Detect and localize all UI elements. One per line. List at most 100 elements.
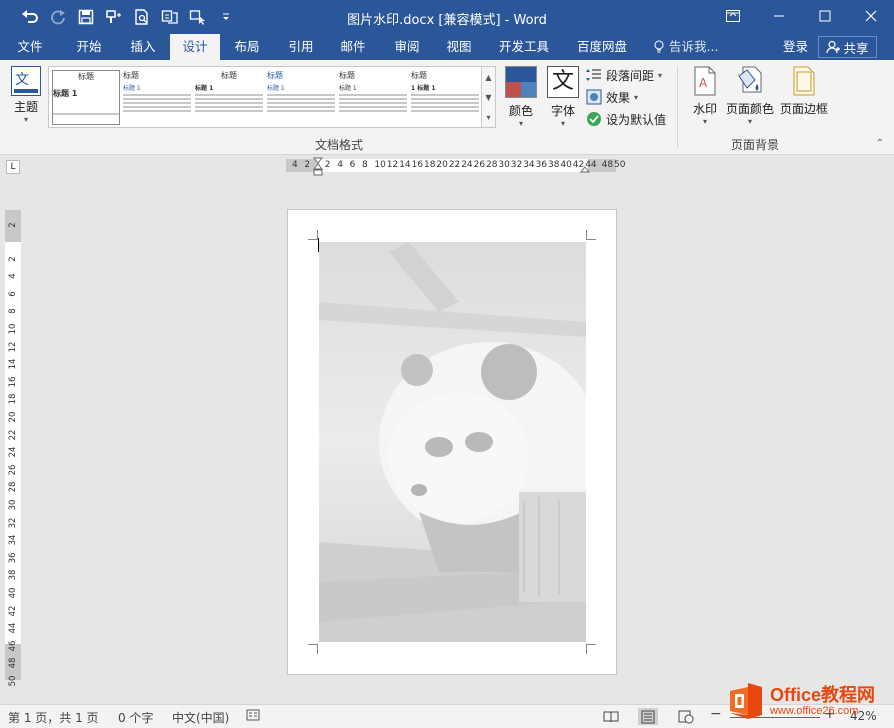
document-page[interactable]	[287, 209, 617, 675]
ruler-number: 8	[8, 308, 18, 315]
tab-baidu-netdisk[interactable]: 百度网盘	[570, 34, 634, 60]
colors-button[interactable]: 颜色 ▾	[504, 66, 538, 128]
style-set-item[interactable]: 标题 标题 1	[267, 70, 335, 125]
style-set-item[interactable]: 标题 标题 1	[52, 70, 120, 125]
ruler-number: 32	[8, 517, 18, 529]
print-layout-icon[interactable]	[638, 708, 658, 725]
close-icon[interactable]	[848, 0, 894, 32]
ruler-number: 34	[8, 534, 18, 546]
page-background-group-label: 页面背景	[731, 138, 780, 152]
style-set-item[interactable]: 标题 1 标题 1	[411, 70, 479, 125]
ruler-number: 2	[324, 160, 331, 170]
collapse-ribbon-icon[interactable]: ⌃	[876, 138, 884, 149]
scroll-up-icon[interactable]: ▲	[482, 67, 495, 87]
tab-developer[interactable]: 开发工具	[492, 34, 556, 60]
ruler-number: 38	[548, 160, 560, 170]
fonts-button[interactable]: 文 字体 ▾	[545, 66, 581, 128]
text-cursor	[318, 238, 319, 252]
ruler-number: 40	[8, 587, 18, 599]
share-label: 共享	[843, 40, 869, 56]
tab-insert[interactable]: 插入	[118, 34, 168, 60]
ruler-number: 26	[8, 464, 18, 476]
tab-design[interactable]: 设计	[170, 34, 220, 60]
minimize-icon[interactable]	[756, 0, 802, 32]
share-button[interactable]: 共享	[818, 36, 877, 58]
style-set-item[interactable]: 标题 标题 1	[339, 70, 407, 125]
save-icon[interactable]	[74, 6, 98, 28]
tell-me-box[interactable]: 告诉我...	[654, 34, 718, 60]
tab-view[interactable]: 视图	[436, 34, 482, 60]
themes-dropdown-icon: ▾	[23, 115, 28, 124]
touch-mode-icon[interactable]	[158, 6, 182, 28]
ruler-number: 30	[498, 160, 510, 170]
tab-home[interactable]: 开始	[64, 34, 114, 60]
checkmark-icon	[587, 112, 601, 126]
word-count[interactable]: 0 个字	[118, 709, 153, 726]
ruler-number: 4	[292, 160, 298, 170]
print-preview-icon[interactable]	[130, 6, 154, 28]
set-as-default-button[interactable]: 设为默认值	[586, 109, 666, 129]
watermark-icon: A	[693, 66, 717, 96]
scroll-down-icon[interactable]: ▼	[482, 87, 495, 107]
language-status[interactable]: 中文(中国)	[172, 709, 229, 726]
ruler-number: 4	[8, 273, 18, 279]
ruler-number: 26	[473, 160, 486, 170]
style-set-gallery: 标题 标题 1 标题 标题 1 标题 标题 1 标题 标题 1 标题 标题 1 …	[48, 66, 496, 128]
page-color-button[interactable]: 页面颜色 ▾	[724, 66, 776, 126]
office-tutorial-logo: Office教程网 www.office26.com	[728, 678, 894, 724]
tab-layout[interactable]: 布局	[224, 34, 270, 60]
ruler-number: 22	[8, 429, 18, 441]
themes-button[interactable]: 文 主题 ▾	[8, 66, 44, 124]
pointer-mode-icon[interactable]	[186, 6, 210, 28]
colors-label: 颜色	[508, 104, 533, 118]
logo-url: www.office26.com	[770, 704, 859, 717]
ruler-number: 20	[8, 411, 18, 423]
format-painter-icon[interactable]	[102, 6, 126, 28]
lightbulb-icon	[654, 40, 664, 53]
tab-selector[interactable]: L	[6, 160, 20, 174]
ruler-number: 2	[304, 160, 311, 170]
macro-record-icon[interactable]	[246, 708, 260, 725]
watermark-button[interactable]: A 水印 ▾	[688, 66, 722, 126]
customize-qat-icon[interactable]	[214, 6, 238, 28]
style-set-item[interactable]: 标题 标题 1	[195, 70, 263, 125]
page-borders-icon	[792, 66, 816, 96]
themes-label: 主题	[13, 100, 38, 114]
vertical-ruler[interactable]: 2 2 4 6 8 10 12 14 16 18 20 22 24 26 28 30 32 34 36 38 40 42 4…	[5, 210, 21, 686]
tab-review[interactable]: 审阅	[384, 34, 430, 60]
gallery-scrollbar[interactable]: ▲ ▼ ▾	[481, 67, 495, 127]
ruler-number: 16	[411, 160, 424, 170]
style-set-item[interactable]: 标题 标题 1	[123, 70, 191, 125]
page-borders-button[interactable]: 页面边框	[778, 66, 830, 117]
tab-mailings[interactable]: 邮件	[330, 34, 376, 60]
gallery-more-icon[interactable]: ▾	[482, 107, 495, 127]
indent-marker-icon[interactable]	[313, 157, 323, 177]
ruler-number: 22	[448, 160, 461, 170]
ruler-number: 42	[572, 160, 585, 170]
login-link[interactable]: 登录	[783, 34, 808, 60]
ruler-number: 2	[8, 255, 18, 262]
ruler-number: 24	[461, 160, 473, 170]
window-controls	[710, 0, 894, 32]
paragraph-spacing-button[interactable]: 段落间距 ▾	[586, 65, 662, 85]
quick-access-toolbar	[18, 6, 238, 28]
colors-dropdown-icon: ▾	[518, 119, 523, 128]
undo-icon[interactable]	[18, 6, 42, 28]
ruler-number: 38	[8, 569, 18, 581]
ruler-number: 50	[8, 675, 18, 687]
fonts-dropdown-icon: ▾	[560, 119, 565, 128]
ruler-number: 2	[8, 222, 18, 228]
tab-file[interactable]: 文件	[8, 34, 52, 60]
maximize-icon[interactable]	[802, 0, 848, 32]
ribbon-display-options-icon[interactable]	[710, 0, 756, 32]
horizontal-ruler[interactable]: 4 2 2 4 6 8 10 12 14 16 18 20 22 24 26 28 30 32 34 36 38 40 42…	[286, 157, 625, 176]
color-palette-icon	[505, 66, 537, 98]
redo-icon[interactable]	[46, 6, 70, 28]
effects-button[interactable]: 效果 ▾	[586, 87, 638, 107]
web-layout-icon[interactable]	[676, 708, 696, 725]
page-count[interactable]: 第 1 页，共 1 页	[8, 709, 99, 726]
read-mode-icon[interactable]	[601, 708, 621, 725]
svg-text:A: A	[699, 76, 708, 90]
zoom-out-icon[interactable]: −	[710, 706, 722, 722]
tab-references[interactable]: 引用	[278, 34, 324, 60]
